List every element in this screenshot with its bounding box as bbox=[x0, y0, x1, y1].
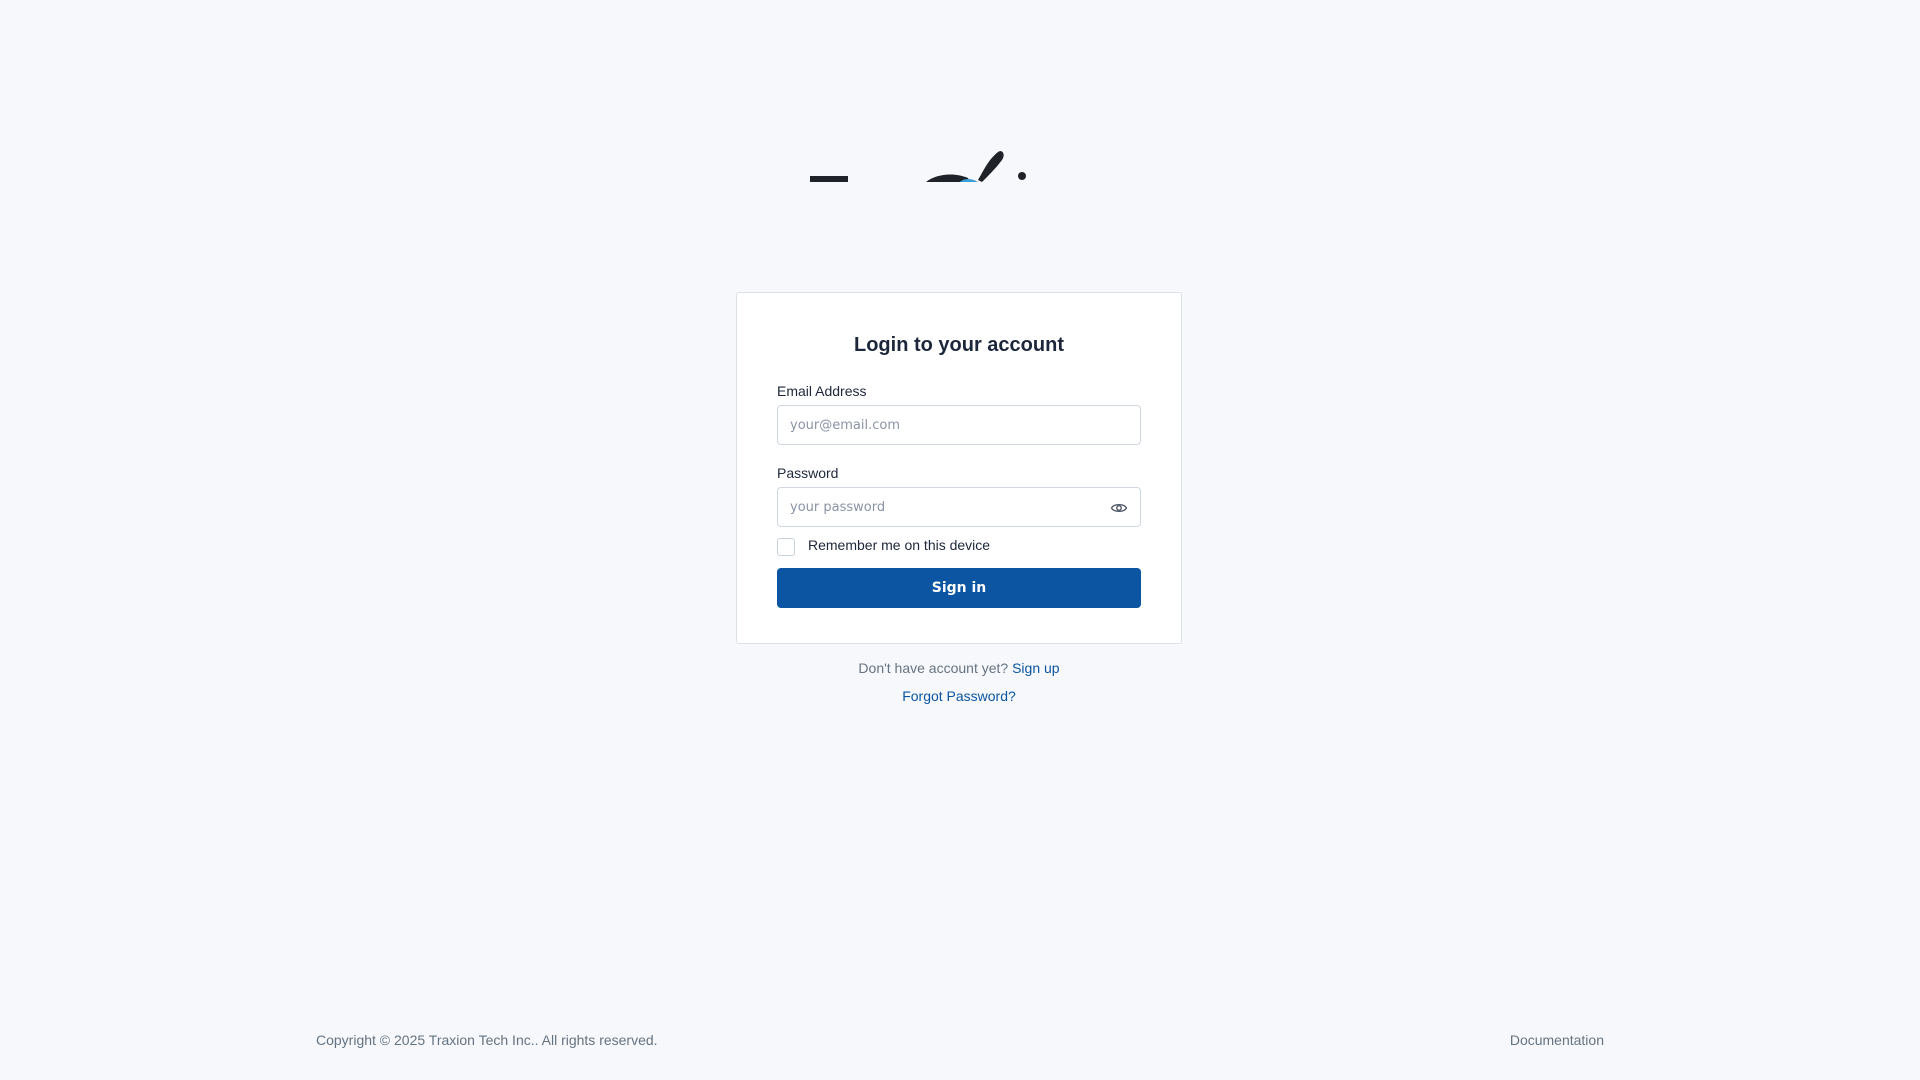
brand-logo bbox=[790, 140, 1050, 182]
sign-up-link[interactable]: Sign up bbox=[1012, 660, 1059, 676]
email-input[interactable] bbox=[778, 406, 1140, 444]
signup-row: Don't have account yet? Sign up bbox=[736, 660, 1182, 676]
remember-checkbox[interactable] bbox=[777, 538, 795, 556]
eye-icon[interactable] bbox=[1110, 499, 1128, 517]
email-label: Email Address bbox=[777, 383, 867, 399]
email-input-wrapper bbox=[777, 405, 1141, 445]
brand-logo-graphic bbox=[810, 151, 1026, 182]
documentation-link[interactable]: Documentation bbox=[1510, 1032, 1604, 1048]
remember-row: Remember me on this device bbox=[777, 535, 1141, 556]
password-input-wrapper bbox=[777, 487, 1141, 527]
forgot-row: Forgot Password? bbox=[736, 688, 1182, 704]
sign-in-button[interactable]: Sign in bbox=[777, 568, 1141, 608]
login-card: Login to your account Email Address Pass… bbox=[736, 292, 1182, 644]
password-input[interactable] bbox=[778, 488, 1140, 526]
password-label: Password bbox=[777, 465, 839, 481]
login-page: Login to your account Email Address Pass… bbox=[0, 0, 1920, 1080]
forgot-password-link[interactable]: Forgot Password? bbox=[902, 688, 1016, 704]
login-title: Login to your account bbox=[854, 334, 1064, 356]
copyright-text: Copyright © 2025 Traxion Tech Inc.. All … bbox=[316, 1032, 658, 1048]
signup-prompt: Don't have account yet? bbox=[858, 660, 1009, 676]
remember-label: Remember me on this device bbox=[808, 537, 991, 553]
